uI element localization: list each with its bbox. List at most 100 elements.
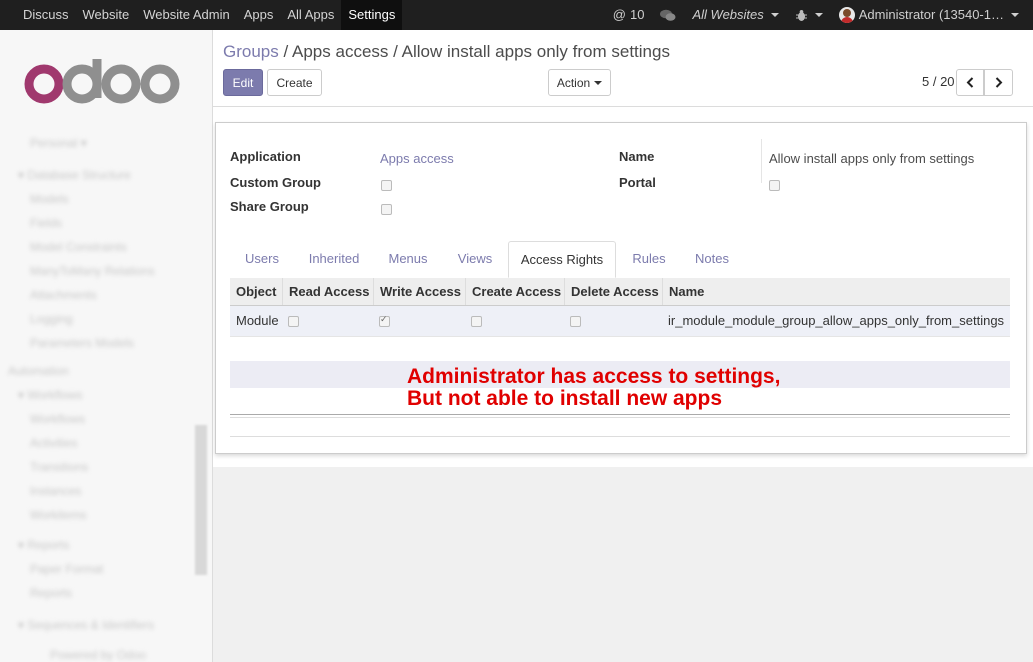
breadcrumb: Groups / Apps access / Allow install app… [223, 42, 670, 62]
column-header-write-access[interactable]: Write Access [373, 278, 465, 305]
chevron-down-icon [594, 80, 603, 85]
sidebar-item[interactable]: Parameters Models [30, 336, 134, 350]
custom-group-checkbox[interactable] [381, 180, 392, 191]
delete-access-checkbox[interactable] [570, 316, 581, 327]
annotation-text: Administrator has access to settings, Bu… [407, 366, 780, 410]
notebook-tabs: Users Inherited Menus Views Access Right… [230, 241, 1010, 279]
application-field[interactable]: Apps access [380, 151, 454, 166]
sidebar-item[interactable]: ▾ Workflows [18, 388, 82, 402]
sidebar-item[interactable]: Automation [8, 364, 69, 378]
tab-access-rights[interactable]: Access Rights [508, 241, 616, 278]
column-header-create-access[interactable]: Create Access [465, 278, 564, 305]
mentions-count: 10 [630, 7, 645, 22]
sidebar-item[interactable]: Fields [30, 216, 62, 230]
menu-all-apps[interactable]: All Apps [280, 0, 341, 30]
user-menu[interactable]: Administrator (13540-1… [831, 0, 1027, 30]
share-group-label: Share Group [230, 199, 309, 214]
sidebar-item[interactable]: ▾ Database Structure [18, 168, 131, 182]
create-button[interactable]: Create [267, 69, 322, 96]
annotation-line-1: Administrator has access to settings, [407, 365, 781, 388]
pager-value[interactable]: 5 / 20 [922, 74, 955, 89]
sidebar-item[interactable]: Transitions [30, 460, 88, 474]
bug-icon [795, 9, 807, 21]
tab-notes[interactable]: Notes [684, 241, 740, 277]
sidebar-item[interactable]: Activities [30, 436, 77, 450]
sidebar-item[interactable]: ▾ Sequences & Identifiers [18, 618, 154, 632]
debug-menu[interactable] [787, 9, 831, 22]
sidebar-item[interactable]: Personal ▾ [30, 136, 87, 150]
breadcrumb-separator: / [283, 42, 289, 61]
table-footer-line [230, 436, 1010, 437]
action-dropdown[interactable]: Action [548, 69, 611, 96]
sidebar-item[interactable]: ▾ Reports [18, 538, 69, 552]
read-access-checkbox[interactable] [288, 316, 299, 327]
form-sheet: Application Apps access Custom Group Sha… [215, 122, 1027, 454]
pager-next-button[interactable] [984, 69, 1013, 96]
column-header-name[interactable]: Name [662, 278, 1010, 305]
sidebar-item[interactable]: Workflows [30, 412, 85, 426]
field-separator [761, 139, 762, 183]
chevron-right-icon [995, 77, 1002, 88]
sidebar-scrollbar[interactable] [195, 425, 207, 575]
sidebar-item[interactable]: Paper Format [30, 562, 103, 576]
sidebar-item[interactable]: ManyToMany Relations [30, 264, 155, 278]
sidebar-item[interactable]: Logging [30, 312, 73, 326]
sidebar-item[interactable]: Model Constraints [30, 240, 127, 254]
sidebar-item[interactable]: Attachments [30, 288, 97, 302]
menu-settings[interactable]: Settings [341, 0, 403, 30]
annotation-line-2: But not able to install new apps [407, 387, 723, 410]
name-field[interactable]: Allow install apps only from settings [769, 151, 974, 166]
sidebar-item[interactable]: Reports [30, 586, 72, 600]
chat-button[interactable] [652, 9, 684, 22]
chevron-down-icon [814, 13, 823, 17]
column-header-object[interactable]: Object [230, 278, 282, 305]
chevron-down-icon [770, 13, 779, 17]
write-access-checkbox[interactable] [379, 314, 390, 327]
chat-bubbles-icon [660, 9, 676, 21]
column-header-read-access[interactable]: Read Access [282, 278, 373, 305]
tab-menus[interactable]: Menus [380, 241, 436, 277]
website-selector[interactable]: All Websites [684, 0, 786, 30]
table-footer-line [230, 414, 1010, 415]
table-row[interactable]: Module ir_module_module_group_allow_apps… [230, 306, 1010, 337]
breadcrumb-current: Apps access / Allow install apps only fr… [292, 42, 670, 61]
website-selector-label: All Websites [692, 7, 764, 22]
sidebar-item[interactable]: Models [30, 192, 69, 206]
control-panel: Groups / Apps access / Allow install app… [213, 30, 1033, 107]
table-footer-line [230, 417, 1010, 418]
cell-name: ir_module_module_group_allow_apps_only_f… [668, 313, 1005, 328]
avatar [838, 7, 855, 23]
systray: @ 10 All Websites Administrator (13540-1… [605, 0, 1027, 30]
tab-inherited[interactable]: Inherited [304, 241, 364, 277]
chevron-down-icon [1011, 13, 1019, 17]
edit-button[interactable]: Edit [223, 69, 263, 96]
breadcrumb-groups-link[interactable]: Groups [223, 42, 279, 61]
chevron-left-icon [966, 77, 974, 88]
cell-object: Module [236, 313, 279, 328]
menu-website-admin[interactable]: Website Admin [136, 0, 236, 30]
create-access-checkbox[interactable] [471, 316, 482, 327]
application-label: Application [230, 149, 301, 164]
sidebar-item[interactable]: Workitems [30, 508, 86, 522]
user-name: Administrator (13540-1… [858, 7, 1004, 22]
column-header-delete-access[interactable]: Delete Access [564, 278, 662, 305]
access-rights-table: Object Read Access Write Access Create A… [230, 278, 1010, 337]
menu-discuss[interactable]: Discuss [16, 0, 76, 30]
name-label: Name [619, 149, 655, 164]
tab-rules[interactable]: Rules [628, 241, 670, 277]
menu-apps[interactable]: Apps [237, 0, 281, 30]
tab-views[interactable]: Views [452, 241, 498, 277]
menu-website[interactable]: Website [76, 0, 137, 30]
app-menu: Discuss Website Website Admin Apps All A… [16, 0, 403, 30]
sidebar-footer: Powered by Odoo [50, 648, 147, 662]
portal-label: Portal [619, 175, 656, 190]
pager-previous-button[interactable] [956, 69, 984, 96]
portal-checkbox[interactable] [769, 180, 780, 191]
mentions-button[interactable]: @ 10 [605, 0, 653, 30]
tab-users[interactable]: Users [230, 241, 294, 277]
share-group-checkbox[interactable] [381, 204, 392, 215]
sidebar-item[interactable]: Instances [30, 484, 81, 498]
action-label: Action [556, 75, 591, 90]
at-icon: @ [612, 7, 626, 22]
table-header: Object Read Access Write Access Create A… [230, 278, 1010, 306]
